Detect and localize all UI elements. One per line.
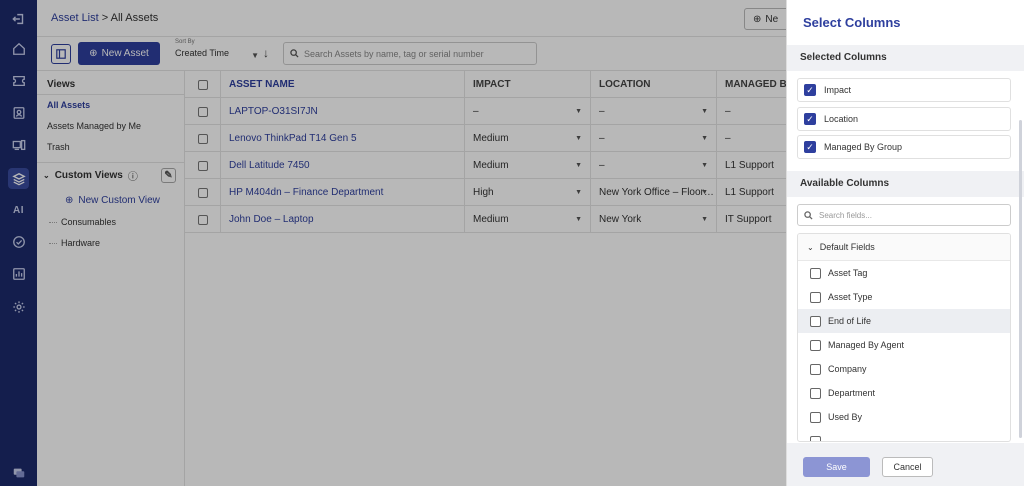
field-option-label: Department bbox=[828, 388, 876, 398]
selected-column-label: Managed By Group bbox=[824, 142, 903, 152]
available-fields-list: ⌄ Default Fields Asset Tag Asset Type En… bbox=[797, 233, 1011, 442]
select-columns-panel: Select Columns Selected Columns ✓ Impact… bbox=[786, 0, 1024, 486]
selected-columns-heading: Selected Columns bbox=[787, 45, 1024, 71]
checkbox[interactable] bbox=[810, 387, 821, 399]
available-columns-heading: Available Columns bbox=[787, 171, 1024, 197]
field-search-input[interactable]: Search fields... bbox=[797, 204, 1011, 226]
field-option-label: Managed By Agent bbox=[828, 340, 905, 350]
checkbox[interactable] bbox=[810, 435, 821, 441]
field-option[interactable]: Company bbox=[798, 357, 1010, 381]
checkbox[interactable] bbox=[810, 315, 821, 327]
panel-footer: Save Cancel bbox=[787, 443, 1024, 486]
checkbox[interactable] bbox=[810, 339, 821, 351]
panel-scrollbar[interactable] bbox=[1019, 120, 1022, 438]
selected-column-item[interactable]: ✓ Location bbox=[797, 107, 1011, 131]
field-option-partial[interactable] bbox=[798, 429, 1010, 441]
field-search-placeholder: Search fields... bbox=[819, 210, 872, 220]
field-option[interactable]: Asset Tag bbox=[798, 261, 1010, 285]
field-option-label: Used By bbox=[828, 412, 863, 422]
cancel-button[interactable]: Cancel bbox=[882, 457, 933, 477]
selected-column-item[interactable]: ✓ Impact bbox=[797, 78, 1011, 102]
search-icon bbox=[804, 210, 813, 220]
selected-column-item[interactable]: ✓ Managed By Group bbox=[797, 135, 1011, 159]
checkbox-checked-icon[interactable]: ✓ bbox=[804, 141, 816, 153]
field-option[interactable]: End of Life bbox=[798, 309, 1010, 333]
selected-column-label: Impact bbox=[824, 85, 852, 95]
checkbox[interactable] bbox=[810, 267, 821, 279]
save-button[interactable]: Save bbox=[803, 457, 870, 477]
field-option[interactable]: Managed By Agent bbox=[798, 333, 1010, 357]
checkbox[interactable] bbox=[810, 411, 821, 423]
field-option[interactable]: Department bbox=[798, 381, 1010, 405]
field-option-label: Asset Type bbox=[828, 292, 873, 302]
checkbox[interactable] bbox=[810, 291, 821, 303]
selected-column-label: Location bbox=[824, 114, 859, 124]
field-option[interactable]: Used By bbox=[798, 405, 1010, 429]
field-option-label: Company bbox=[828, 364, 867, 374]
panel-title: Select Columns bbox=[803, 15, 901, 30]
checkbox[interactable] bbox=[810, 363, 821, 375]
checkbox-checked-icon[interactable]: ✓ bbox=[804, 84, 816, 96]
field-option[interactable]: Asset Type bbox=[798, 285, 1010, 309]
checkbox-checked-icon[interactable]: ✓ bbox=[804, 113, 816, 125]
field-option-label: Asset Tag bbox=[828, 268, 868, 278]
field-option-label: End of Life bbox=[828, 316, 872, 326]
default-fields-label: Default Fields bbox=[819, 242, 875, 252]
default-fields-toggle[interactable]: ⌄ Default Fields bbox=[798, 234, 1010, 261]
modal-overlay[interactable] bbox=[0, 0, 786, 486]
chevron-down-icon: ⌄ bbox=[807, 242, 814, 252]
